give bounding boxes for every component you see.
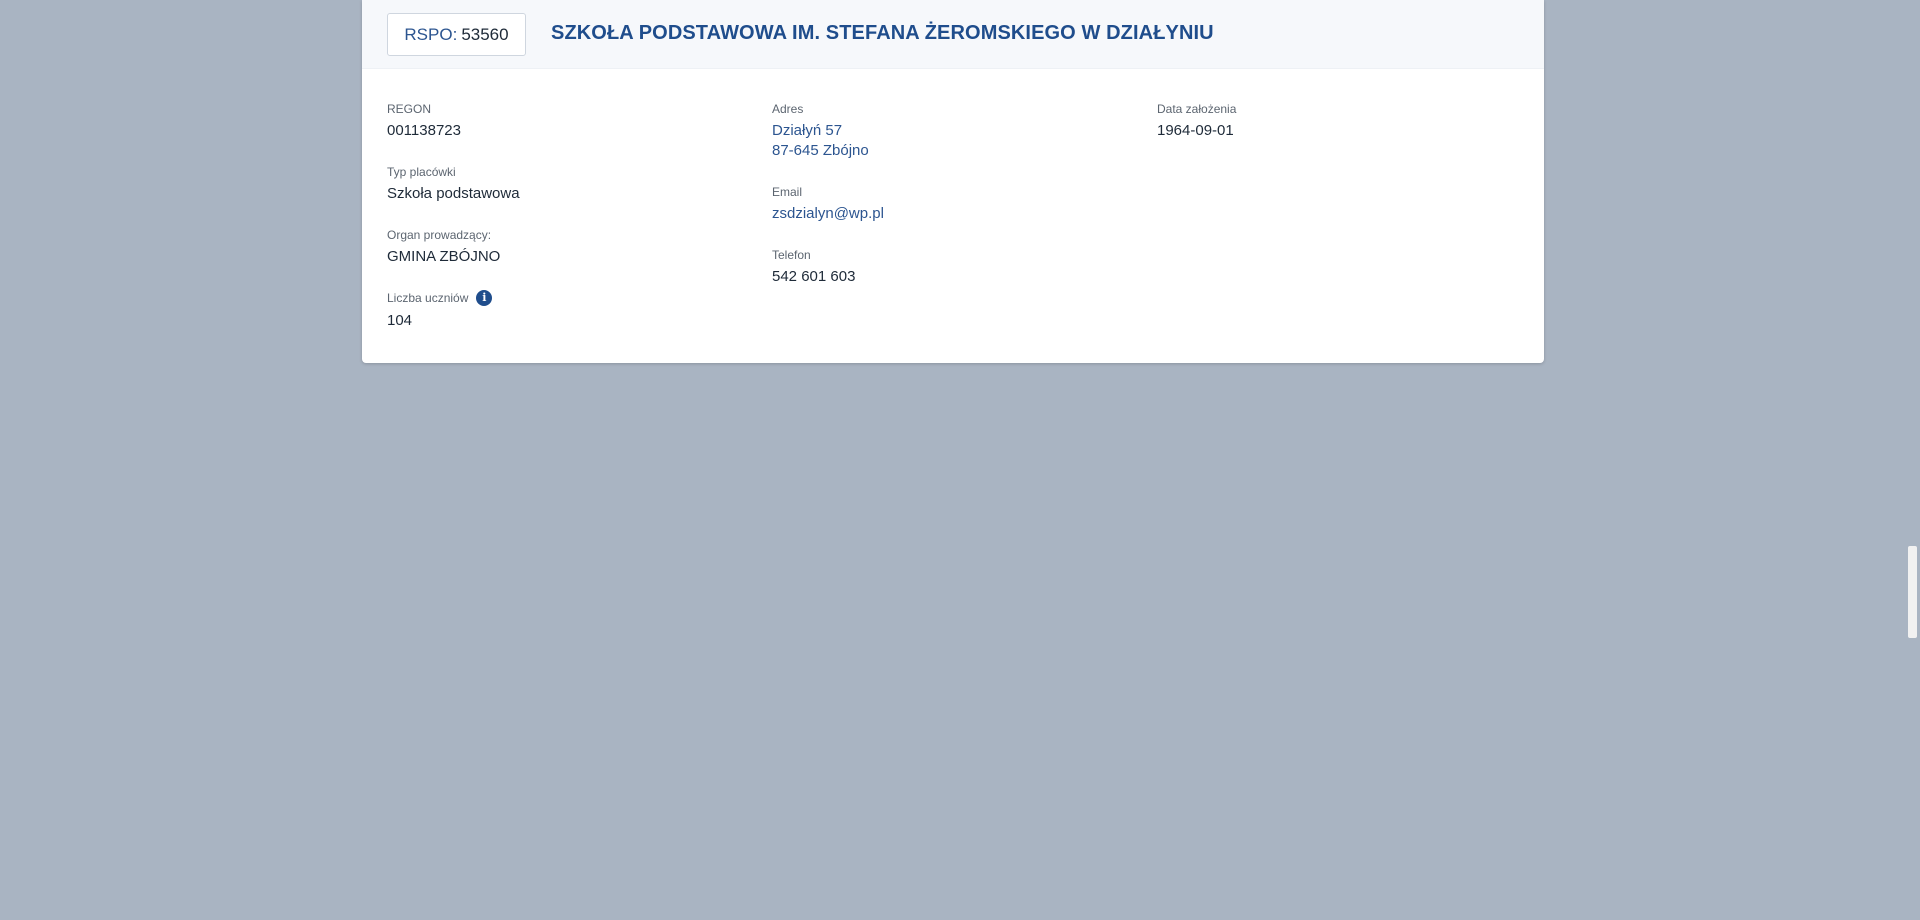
email-link[interactable]: zsdzialyn@wp.pl <box>772 204 884 224</box>
regon-label: REGON <box>387 102 432 116</box>
school-card: RSPO: 53560 SZKOŁA PODSTAWOWA IM. STEFAN… <box>362 0 1544 363</box>
scrollbar-thumb[interactable] <box>1908 546 1917 638</box>
adres-field: Adres Działyń 57 87-645 Zbójno <box>772 102 869 161</box>
liczba-uczniow-label: Liczba uczniów <box>387 291 469 305</box>
email-field: Email zsdzialyn@wp.pl <box>772 185 884 224</box>
rspo-badge: RSPO: 53560 <box>387 13 526 56</box>
card-header: RSPO: 53560 SZKOŁA PODSTAWOWA IM. STEFAN… <box>362 0 1544 69</box>
typ-placowki-value: Szkoła podstawowa <box>387 185 520 202</box>
regon-value: 001138723 <box>387 122 461 139</box>
liczba-uczniow-value: 104 <box>387 312 413 329</box>
typ-placowki-label: Typ placówki <box>387 165 456 179</box>
rspo-value: 53560 <box>461 24 509 44</box>
school-name: SZKOŁA PODSTAWOWA IM. STEFANA ŻEROMSKIEG… <box>551 22 1214 44</box>
adres-line2: 87-645 Zbójno <box>772 142 869 159</box>
data-zalozenia-field: Data założenia 1964-09-01 <box>1157 102 1236 141</box>
scrollbar[interactable] <box>1906 0 1920 920</box>
telefon-field: Telefon 542 601 603 <box>772 248 855 287</box>
liczba-uczniow-field: Liczba uczniów i 104 <box>387 290 493 331</box>
adres-line1: Działyń 57 <box>772 122 843 139</box>
data-zalozenia-label: Data założenia <box>1157 102 1237 116</box>
info-icon[interactable]: i <box>476 290 493 306</box>
organ-label: Organ prowadzący: <box>387 228 492 242</box>
organ-field: Organ prowadzący: GMINA ZBÓJNO <box>387 228 500 267</box>
adres-link[interactable]: Działyń 57 87-645 Zbójno <box>772 121 869 161</box>
telefon-value: 542 601 603 <box>772 268 856 285</box>
telefon-label: Telefon <box>772 248 811 262</box>
data-zalozenia-value: 1964-09-01 <box>1157 122 1234 139</box>
rspo-label: RSPO: <box>404 24 458 44</box>
regon-field: REGON 001138723 <box>387 102 461 141</box>
adres-label: Adres <box>772 102 804 116</box>
organ-value: GMINA ZBÓJNO <box>387 248 501 265</box>
email-label: Email <box>772 185 803 199</box>
typ-placowki-field: Typ placówki Szkoła podstawowa <box>387 165 520 204</box>
